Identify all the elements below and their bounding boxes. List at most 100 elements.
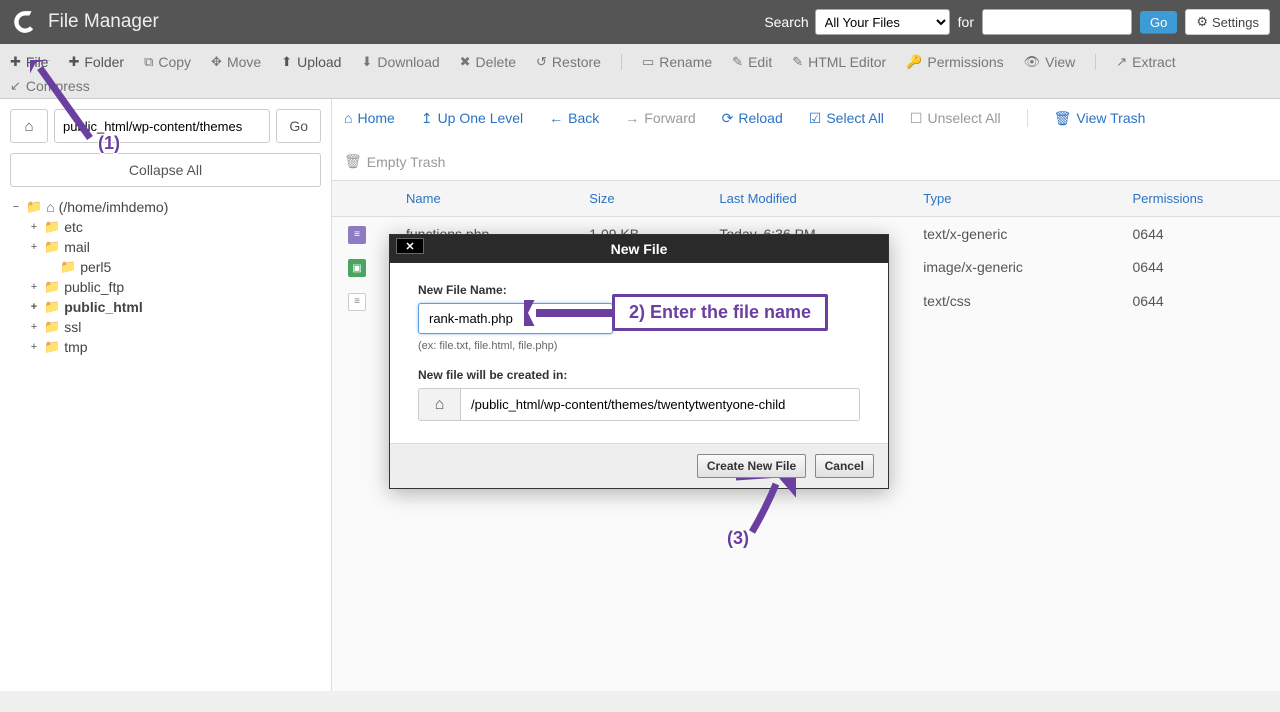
- action-unselect-all[interactable]: ☐Unselect All: [910, 110, 1001, 127]
- search-scope-select[interactable]: All Your Files: [815, 9, 950, 35]
- expand-icon: +: [28, 221, 40, 233]
- expand-icon: +: [28, 281, 40, 293]
- toolbar-copy[interactable]: ⧉Copy: [144, 52, 191, 72]
- folder-icon: 📁: [60, 259, 76, 275]
- modal-close-button[interactable]: ✕: [396, 238, 424, 254]
- sidebar: ⌂ Go Collapse All −📁⌂(/home/imhdemo) +📁e…: [0, 99, 332, 691]
- search-input[interactable]: [982, 9, 1132, 35]
- plus-icon: ✚: [68, 54, 79, 70]
- column-permissions[interactable]: Permissions: [1117, 181, 1280, 217]
- app-header: File Manager Search All Your Files for G…: [0, 0, 1280, 44]
- html-icon: ✎: [792, 54, 803, 70]
- path-input[interactable]: [54, 109, 270, 143]
- separator: [1095, 54, 1096, 70]
- expand-icon: +: [28, 321, 40, 333]
- new-file-name-label: New File Name:: [418, 283, 860, 297]
- modal-body: New File Name: (ex: file.txt, file.html,…: [390, 263, 888, 443]
- toolbar-html-editor[interactable]: ✎HTML Editor: [792, 52, 886, 72]
- folder-icon: 📁: [44, 299, 60, 315]
- new-file-modal: ✕ New File New File Name: (ex: file.txt,…: [389, 234, 889, 489]
- file-css-icon: ≡: [348, 293, 366, 311]
- toolbar-download[interactable]: ⬇Download: [361, 52, 439, 72]
- delete-icon: ✖: [460, 54, 471, 70]
- cancel-button[interactable]: Cancel: [815, 454, 874, 478]
- toolbar-view[interactable]: 👁View: [1024, 52, 1076, 72]
- folder-icon: 📁: [44, 239, 60, 255]
- toolbar-restore[interactable]: ↺Restore: [536, 52, 601, 72]
- action-select-all[interactable]: ☑Select All: [809, 110, 884, 127]
- modal-title: New File: [611, 241, 668, 257]
- new-file-path-input[interactable]: [460, 388, 860, 421]
- toolbar-delete[interactable]: ✖Delete: [460, 52, 516, 72]
- tree-node-mail[interactable]: +📁mail: [10, 237, 321, 257]
- reload-icon: ⟳: [722, 110, 734, 127]
- create-new-file-button[interactable]: Create New File: [697, 454, 806, 478]
- tree-node-etc[interactable]: +📁etc: [10, 217, 321, 237]
- gear-icon: ⚙: [1196, 14, 1208, 30]
- toolbar-rename[interactable]: ▭Rename: [642, 52, 712, 72]
- edit-icon: ✎: [732, 54, 743, 70]
- tree-node-ssl[interactable]: +📁ssl: [10, 317, 321, 337]
- action-empty-trash[interactable]: 🗑Empty Trash: [344, 153, 445, 170]
- separator: [1027, 109, 1028, 127]
- search-label: Search: [764, 14, 808, 30]
- file-image-icon: ▣: [348, 259, 366, 277]
- folder-icon: 📁: [44, 339, 60, 355]
- folder-icon: 📁: [44, 319, 60, 335]
- folder-tree: −📁⌂(/home/imhdemo) +📁etc +📁mail 📁perl5 +…: [10, 197, 321, 681]
- column-name[interactable]: Name: [390, 181, 573, 217]
- for-label: for: [958, 14, 974, 30]
- column-type[interactable]: Type: [907, 181, 1116, 217]
- toolbar-folder[interactable]: ✚Folder: [68, 52, 124, 72]
- extract-icon: ↗: [1116, 54, 1127, 70]
- action-forward[interactable]: →Forward: [625, 110, 695, 126]
- modal-footer: Create New File Cancel: [390, 443, 888, 488]
- search-go-button[interactable]: Go: [1140, 11, 1177, 34]
- toolbar-extract[interactable]: ↗Extract: [1116, 52, 1175, 72]
- download-icon: ⬇: [361, 54, 372, 70]
- action-home[interactable]: ⌂Home: [344, 110, 395, 126]
- home-icon: ⌂: [24, 118, 33, 135]
- column-modified[interactable]: Last Modified: [703, 181, 907, 217]
- compress-icon: ↙: [10, 78, 21, 94]
- app-title: File Manager: [48, 11, 159, 33]
- uncheck-icon: ☐: [910, 110, 923, 127]
- settings-button[interactable]: ⚙Settings: [1185, 9, 1270, 35]
- trash-icon: 🗑: [344, 153, 362, 170]
- close-icon: ✕: [405, 240, 414, 253]
- toolbar-upload[interactable]: ⬆Upload: [281, 52, 341, 72]
- path-bar: ⌂ Go: [10, 109, 321, 143]
- copy-icon: ⧉: [144, 54, 153, 70]
- action-back[interactable]: ←Back: [549, 110, 599, 126]
- home-icon: ⌂: [435, 396, 445, 414]
- path-go-button[interactable]: Go: [276, 109, 321, 143]
- path-home-button[interactable]: ⌂: [418, 388, 460, 421]
- content-action-bar: ⌂Home ↥Up One Level ←Back →Forward ⟳Relo…: [332, 99, 1280, 181]
- home-icon: ⌂: [344, 110, 352, 126]
- toolbar-compress[interactable]: ↙Compress: [10, 76, 90, 96]
- new-file-path-label: New file will be created in:: [418, 368, 860, 382]
- modal-title-bar: ✕ New File: [390, 235, 888, 263]
- collapse-all-button[interactable]: Collapse All: [10, 153, 321, 187]
- tree-node-perl5[interactable]: 📁perl5: [10, 257, 321, 277]
- toolbar-file[interactable]: ✚File: [10, 52, 48, 72]
- separator: [621, 54, 622, 70]
- action-view-trash[interactable]: 🗑View Trash: [1054, 110, 1146, 127]
- plus-icon: ✚: [10, 54, 21, 70]
- action-up-one-level[interactable]: ↥Up One Level: [421, 110, 523, 127]
- tree-node-tmp[interactable]: +📁tmp: [10, 337, 321, 357]
- restore-icon: ↺: [536, 54, 547, 70]
- column-size[interactable]: Size: [573, 181, 703, 217]
- tree-node-public-ftp[interactable]: +📁public_ftp: [10, 277, 321, 297]
- new-file-name-input[interactable]: [418, 303, 613, 334]
- tree-root[interactable]: −📁⌂(/home/imhdemo): [10, 197, 321, 217]
- up-icon: ↥: [421, 110, 433, 127]
- toolbar-move[interactable]: ✥Move: [211, 52, 261, 72]
- forward-icon: →: [625, 110, 639, 126]
- expand-icon: +: [28, 241, 40, 253]
- tree-node-public-html[interactable]: +📁public_html: [10, 297, 321, 317]
- home-button[interactable]: ⌂: [10, 109, 48, 143]
- action-reload[interactable]: ⟳Reload: [722, 110, 783, 127]
- toolbar-edit[interactable]: ✎Edit: [732, 52, 772, 72]
- toolbar-permissions[interactable]: 🔑Permissions: [906, 52, 1003, 72]
